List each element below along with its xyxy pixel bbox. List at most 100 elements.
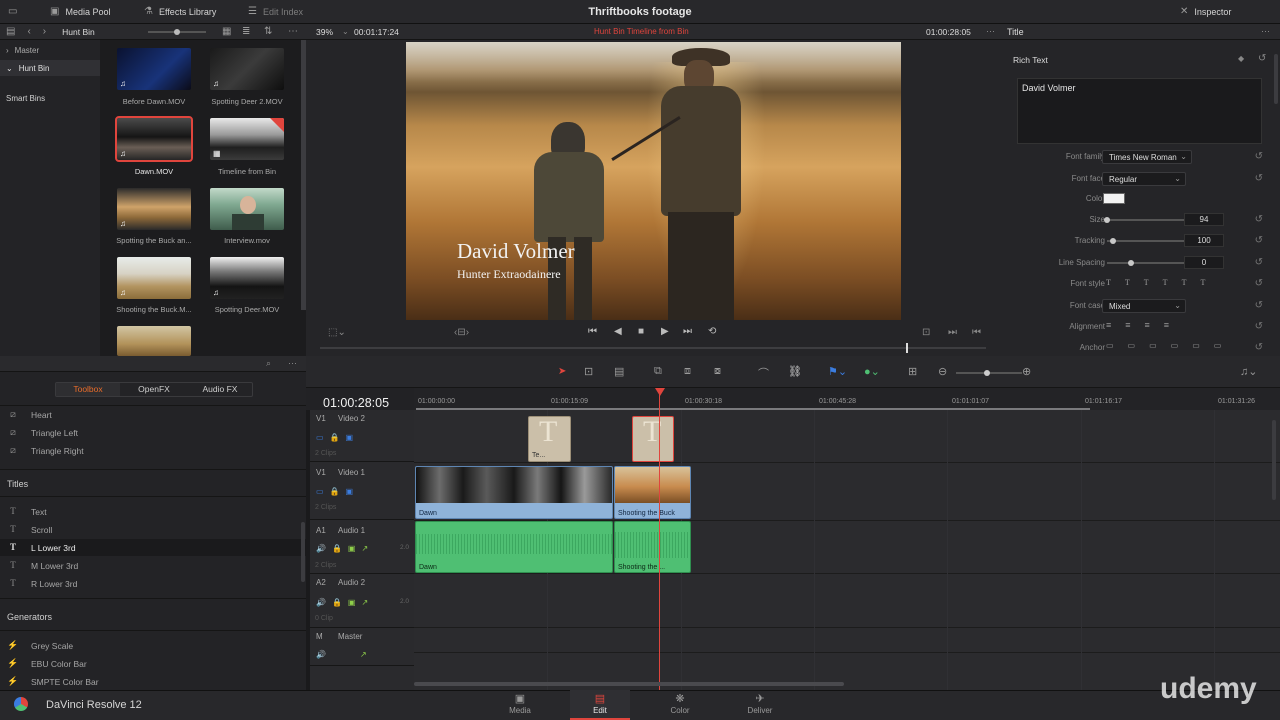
grid-view-icon[interactable]: ▦ [222,26,231,37]
size-slider-knob[interactable] [1104,217,1110,223]
loop-icon[interactable]: ⟲ [708,326,716,337]
reset-icon[interactable]: ↺ [1258,53,1266,64]
font-family-dropdown[interactable]: Times New Roman ⌄ [1102,150,1192,164]
back-icon[interactable]: ‹ [27,26,30,37]
clip-thumbnail[interactable]: ♫ [117,188,191,230]
prev-edit-icon[interactable]: ⏮ [972,327,981,338]
size-slider[interactable] [1107,219,1185,221]
marker-icon[interactable]: ●⌄ [864,365,880,378]
reset-icon[interactable]: ↺ [1255,257,1263,268]
zoom-in-icon[interactable]: ⊕ [1022,365,1031,378]
track-header-video-2[interactable]: V1 Video 2 ▭🔒▣ 2 Clips [310,410,414,462]
trim-tool-icon[interactable]: ⊡ [584,365,593,378]
title-overlay-text[interactable]: David Volmer [457,239,575,264]
match-frame-icon[interactable]: ⊡ [922,327,930,338]
snapping-icon[interactable]: ⌒ [758,365,769,381]
timeline-name[interactable]: Hunt Bin Timeline from Bin [594,27,689,36]
title-clip-selected[interactable]: T [632,416,674,462]
bin-item-hunt-bin[interactable]: ⌄ Hunt Bin [0,60,100,76]
thumbnail-size-slider[interactable] [148,29,206,35]
timeline-view-icon[interactable]: ⊞ [908,365,917,378]
viewer-scrubber[interactable] [320,343,986,353]
inspector-button[interactable]: ✕ Inspector [1180,0,1231,24]
workspace-icon[interactable]: ▭ [8,0,17,24]
zoom-out-icon[interactable]: ⊖ [938,365,947,378]
clip-thumbnail[interactable]: ♫ [210,257,284,299]
alignment-buttons[interactable]: ≡≡≡≡ [1106,320,1183,330]
track-header-master[interactable]: M Master 🔊↗ [310,628,414,666]
insert-clip-icon[interactable]: ⧉ [654,365,662,378]
keyframe-icon[interactable]: ◆ [1238,54,1244,63]
audio-clip-shooting-the-buck[interactable]: Shooting the ... [614,521,691,573]
title-item[interactable]: TM Lower 3rd [6,557,296,574]
clip-thumbnail[interactable] [117,326,191,356]
generator-item[interactable]: ⚡ SMPTE Color Bar [6,673,296,690]
audio-meter-icon[interactable]: ♫⌄ [1240,365,1257,378]
more-options-icon[interactable]: ⋯ [288,358,297,369]
track-header-video-1[interactable]: V1 Video 1 ▭🔒▣ 2 Clips [310,462,414,520]
clip-thumbnail[interactable]: ♫ [117,257,191,299]
font-face-dropdown[interactable]: Regular ⌄ [1102,172,1186,186]
list-view-icon[interactable]: ≣ [242,26,250,37]
tracking-value[interactable]: 100 [1184,234,1224,247]
page-color[interactable]: ❋ Color [650,690,710,720]
inspector-options-icon[interactable]: ⋯ [1261,26,1270,37]
reset-icon[interactable]: ↺ [1255,278,1263,289]
track-header-audio-2[interactable]: A2 Audio 2 🔊🔒▣↗ 2.0 0 Clip [310,574,414,628]
tracking-slider-knob[interactable] [1110,238,1116,244]
generator-item[interactable]: ⚡ EBU Color Bar [6,655,296,672]
playhead[interactable] [659,390,660,690]
title-item[interactable]: T Text [6,503,296,520]
clip-thumbnail[interactable] [210,188,284,230]
reset-icon[interactable]: ↺ [1255,235,1263,246]
effects-scrollbar[interactable] [301,522,305,582]
stop-icon[interactable]: ■ [638,326,644,337]
color-swatch[interactable] [1103,193,1125,204]
inspector-scrollbar[interactable] [1274,54,1278,104]
timeline-thumbnail[interactable]: ▦ [210,118,284,160]
clip-thumbnail-selected[interactable]: ♫ [115,116,193,162]
jump-start-icon[interactable]: ⏮ [588,326,597,337]
blade-tool-icon[interactable]: ▤ [614,365,624,378]
video-clip-dawn[interactable]: Dawn [415,466,613,519]
reset-icon[interactable]: ↺ [1255,342,1263,353]
effects-library-button[interactable]: ⚗ Effects Library [144,0,216,24]
replace-clip-icon[interactable]: ⧇ [714,365,721,378]
reset-icon[interactable]: ↺ [1255,321,1263,332]
viewer-options-icon[interactable]: ⋯ [986,26,995,37]
tab-toolbox[interactable]: Toolbox [56,383,120,396]
subtitle-overlay-text[interactable]: Hunter Extraodainere [457,267,561,282]
zoom-slider[interactable] [956,370,1022,376]
tab-openfx[interactable]: OpenFX [122,383,186,396]
page-deliver[interactable]: ✈ Deliver [730,690,790,720]
page-media[interactable]: ▣ Media [490,690,550,720]
selection-tool-icon[interactable]: ➤ [558,366,566,377]
search-icon[interactable]: ⌕ [266,358,271,369]
audio-clip-dawn[interactable]: Dawn [415,521,613,573]
generator-item[interactable]: ⚡ Grey Scale [6,637,296,654]
clip-thumbnail[interactable]: ♫ [117,48,191,90]
play-reverse-icon[interactable]: ◀ [614,326,622,337]
rich-text-field[interactable]: David Volmer [1017,78,1262,144]
linked-selection-icon[interactable]: ⛓ [788,365,802,378]
timeline-scrollbar[interactable] [414,682,844,686]
track-controls-icons[interactable]: 🔊↗ [316,650,401,659]
font-case-dropdown[interactable]: Mixed ⌄ [1102,299,1186,313]
transition-item[interactable]: ⧄ Triangle Right [6,442,296,459]
clip-thumbnail[interactable]: ♫ [210,48,284,90]
zoom-level[interactable]: 39% [316,27,333,37]
font-style-buttons[interactable]: TTTTTT [1106,278,1219,287]
media-pool-button[interactable]: ▣ Media Pool [50,0,110,24]
line-spacing-slider-knob[interactable] [1128,260,1134,266]
jump-end-icon[interactable]: ⏭ [683,326,692,337]
track-controls-icons[interactable]: 🔊🔒▣↗ [316,598,374,607]
reset-icon[interactable]: ↺ [1255,300,1263,311]
line-spacing-value[interactable]: 0 [1184,256,1224,269]
track-controls-icons[interactable]: ▭🔒▣ [316,487,359,496]
video-clip-shooting-the-buck[interactable]: Shooting the Buck [614,466,691,519]
flag-icon[interactable]: ⚑⌄ [828,365,847,378]
sort-icon[interactable]: ⇅ [264,26,272,37]
title-item-selected[interactable]: TL Lower 3rd [0,539,306,556]
bin-item-master[interactable]: › Master [0,42,100,58]
timeline-vertical-scrollbar[interactable] [1272,420,1276,500]
